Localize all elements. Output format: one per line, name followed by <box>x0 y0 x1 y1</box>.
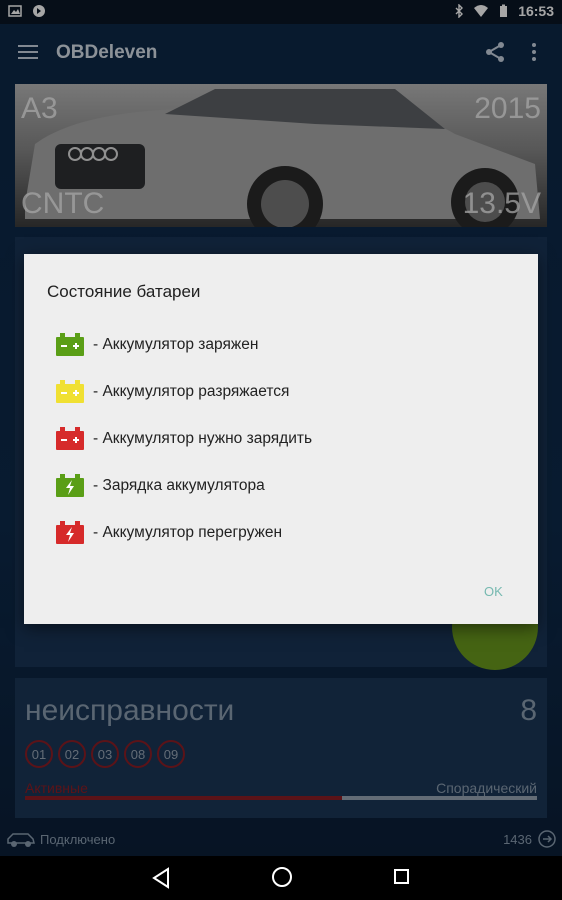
legend-text: - Аккумулятор перегружен <box>93 524 282 542</box>
back-icon[interactable] <box>150 866 172 890</box>
legend-row: - Аккумулятор разряжается <box>55 377 289 407</box>
home-icon[interactable] <box>272 867 292 887</box>
battery-discharging-icon <box>55 379 85 405</box>
battery-needs-charge-icon <box>55 426 85 452</box>
legend-row: - Аккумулятор перегружен <box>55 518 282 548</box>
legend-text: - Аккумулятор нужно зарядить <box>93 430 312 448</box>
battery-status-dialog: Состояние батареи - Аккумулятор заряжен … <box>24 254 538 624</box>
battery-charging-icon <box>55 473 85 499</box>
navigation-bar <box>0 856 562 900</box>
legend-text: - Зарядка аккумулятора <box>93 477 265 495</box>
legend-row: - Аккумулятор заряжен <box>55 330 258 360</box>
dialog-title: Состояние батареи <box>47 282 200 302</box>
legend-text: - Аккумулятор разряжается <box>93 383 289 401</box>
recent-apps-icon[interactable] <box>394 869 409 884</box>
legend-row: - Аккумулятор нужно зарядить <box>55 424 312 454</box>
battery-overloaded-icon <box>55 520 85 546</box>
legend-text: - Аккумулятор заряжен <box>93 336 258 354</box>
battery-charged-icon <box>55 332 85 358</box>
legend-row: - Зарядка аккумулятора <box>55 471 265 501</box>
ok-button[interactable]: OK <box>484 584 503 599</box>
